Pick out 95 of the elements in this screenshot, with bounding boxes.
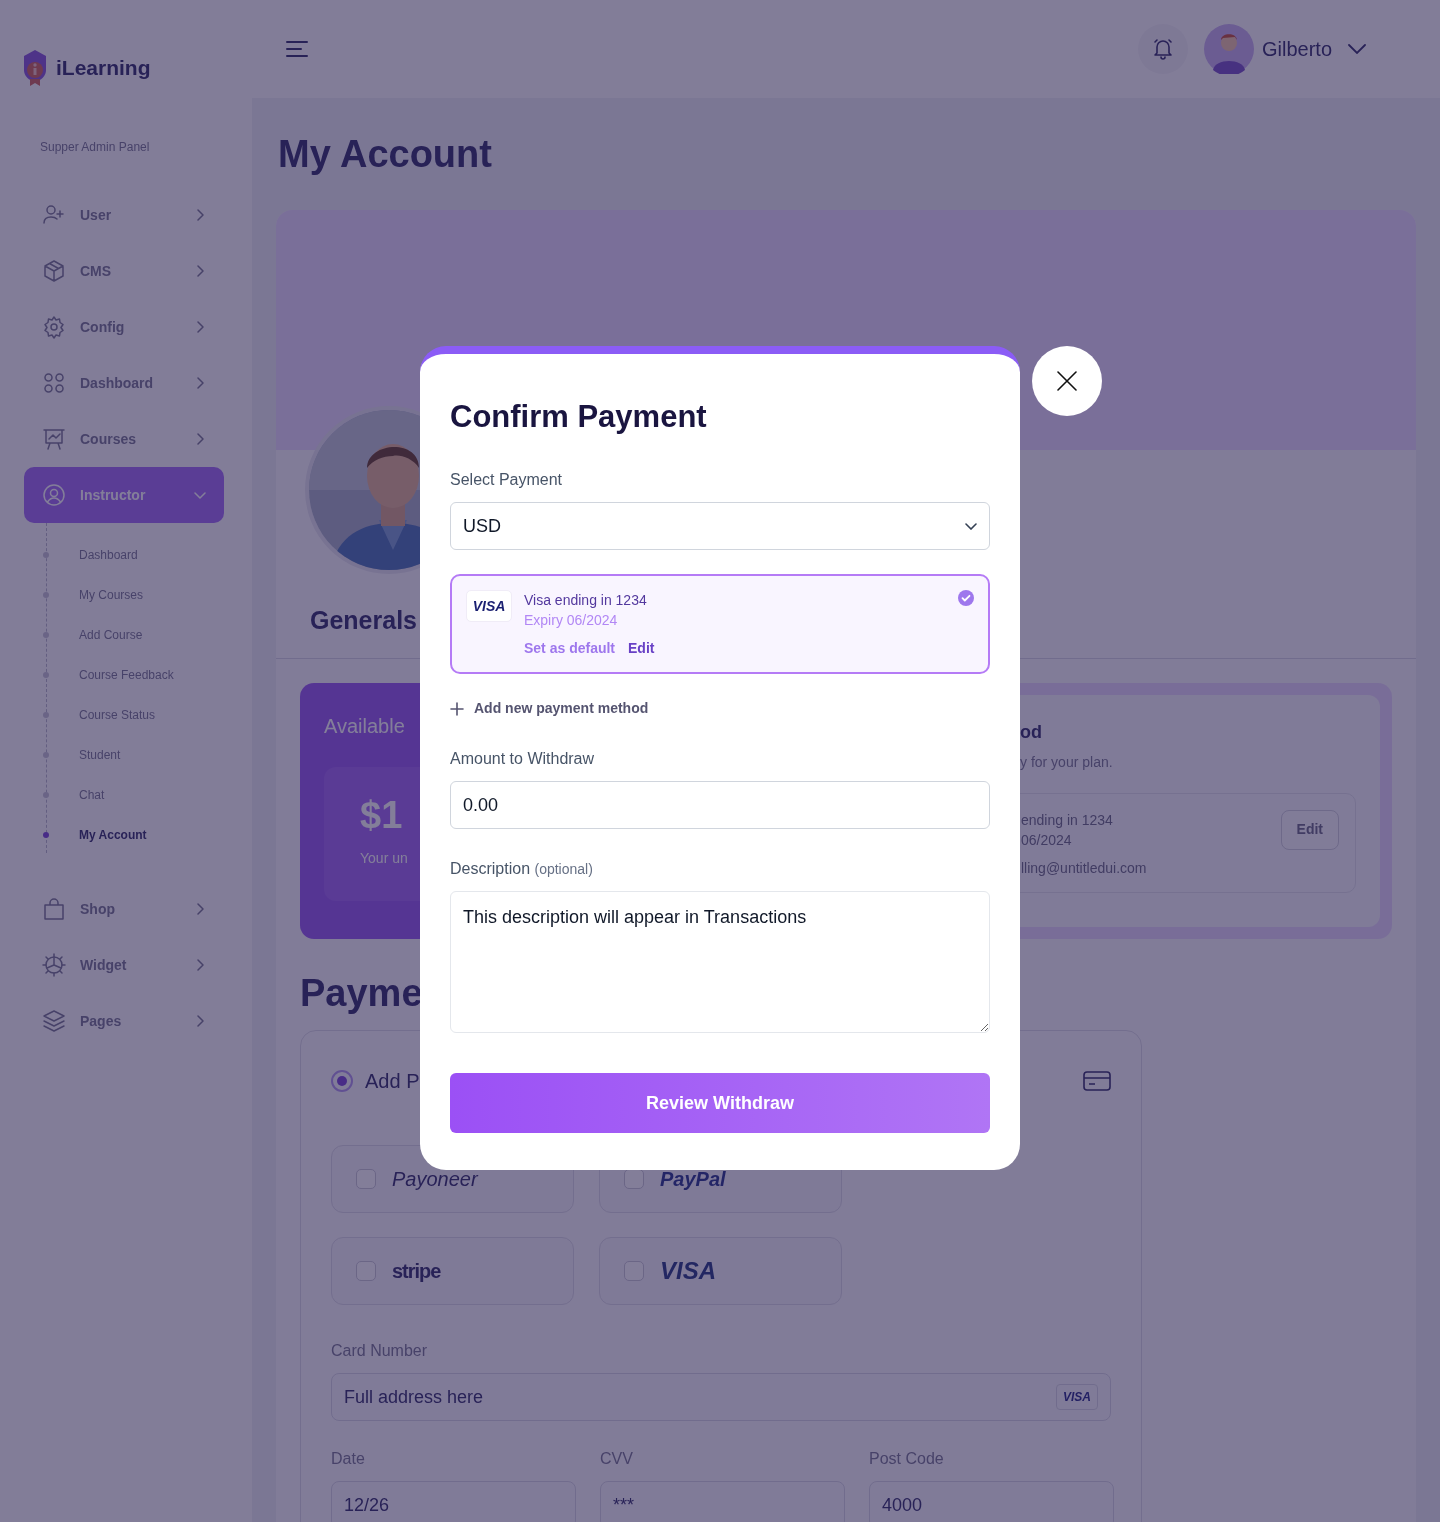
sidebar-item[interactable]: Dashboard: [24, 355, 224, 411]
menu-button[interactable]: [286, 40, 308, 58]
billing-email: lling@untitledui.com: [1021, 858, 1147, 878]
text-link[interactable]: Set as default: [524, 638, 616, 660]
input-field[interactable]: 12/26: [331, 1481, 576, 1522]
submenu-item[interactable]: Course Status: [46, 695, 156, 735]
payment-logo: stripe: [392, 1259, 441, 1285]
amount-field[interactable]: 0.00: [450, 781, 990, 830]
chevron-icon: [194, 433, 206, 445]
input-field[interactable]: 4000: [869, 1481, 1114, 1522]
field-label: Date: [331, 1449, 366, 1470]
payment-logo: PayPal: [660, 1167, 726, 1193]
submenu-item[interactable]: Student: [46, 735, 121, 775]
card-expiry: 06/2024: [1021, 830, 1073, 850]
chevron-icon: [194, 377, 206, 389]
modal-title: Confirm Payment: [450, 400, 708, 435]
card-title: od: [1019, 720, 1043, 744]
card-brand-logo: VISA: [466, 590, 512, 623]
card-title: Available: [324, 713, 405, 739]
field-label: Amount to Withdraw: [450, 749, 596, 770]
chevron-icon: [965, 522, 977, 530]
submenu-item[interactable]: My Courses: [46, 575, 143, 615]
payment-logo: VISA: [660, 1256, 716, 1287]
cog-icon: [42, 953, 66, 977]
review-withdraw-button[interactable]: Review Withdraw: [450, 1073, 990, 1134]
user-circle-icon: [42, 483, 66, 507]
field-label: Select Payment: [450, 470, 564, 491]
field-label: Description (optional): [450, 859, 594, 880]
edit-button[interactable]: Edit: [1280, 809, 1339, 850]
balance-caption: Your un: [360, 849, 408, 869]
credit-card-icon: [1083, 1071, 1111, 1092]
menu-icon: [286, 40, 308, 58]
sidebar-item[interactable]: Courses: [24, 411, 224, 467]
settings-icon: [42, 315, 66, 339]
payment-option[interactable]: VISA: [599, 1237, 842, 1306]
presentation-icon: [42, 427, 66, 451]
bag-icon: [42, 897, 66, 921]
chevron-icon: [194, 903, 206, 915]
chevron-icon: [194, 489, 206, 501]
chevron-icon: [194, 959, 206, 971]
submenu-item[interactable]: Chat: [46, 775, 105, 815]
close-icon: [1057, 371, 1077, 391]
layers-icon: [42, 1009, 66, 1033]
section-title: Payme: [300, 970, 424, 1016]
chevron-icon: [194, 1015, 206, 1027]
submenu-item[interactable]: Add Course: [46, 615, 143, 655]
check-icon: [958, 590, 974, 607]
user-add-icon: [42, 203, 66, 227]
field-label: Post Code: [869, 1449, 945, 1470]
user-name[interactable]: Gilberto: [1261, 34, 1332, 64]
card-name: Visa ending in 1234: [524, 591, 648, 611]
description-field[interactable]: This description will appear in Transactions: [450, 891, 990, 1034]
page-title: My Account: [278, 132, 493, 177]
text-link[interactable]: Edit: [628, 638, 655, 660]
sidebar-item[interactable]: User: [24, 187, 224, 243]
radio-button[interactable]: [331, 1070, 353, 1093]
chevron-icon: [194, 209, 206, 221]
add-payment-link[interactable]: Add new payment method: [450, 698, 649, 720]
payment-logo: Payoneer: [392, 1167, 478, 1193]
sidebar-item[interactable]: Shop: [24, 881, 224, 937]
chevron-icon: [194, 321, 206, 333]
submenu-item[interactable]: My Account: [46, 815, 147, 855]
payment-option[interactable]: stripe: [331, 1237, 574, 1306]
brand-name: iLearning: [56, 55, 151, 82]
sidebar-item[interactable]: CMS: [24, 243, 224, 299]
checkbox[interactable]: [624, 1169, 644, 1190]
option-label: Add P: [365, 1069, 420, 1095]
card-name: ending in 1234: [1021, 810, 1114, 830]
checkbox[interactable]: [356, 1261, 376, 1282]
submenu-item[interactable]: Course Feedback: [46, 655, 174, 695]
card-number-field[interactable]: Full address here VISA: [331, 1373, 1111, 1422]
currency-select[interactable]: USD: [450, 502, 990, 551]
user-avatar: [1203, 24, 1254, 74]
sidebar-item[interactable]: Config: [24, 299, 224, 355]
checkbox[interactable]: [356, 1169, 376, 1190]
chevron-icon[interactable]: [1348, 44, 1366, 54]
card-expiry: Expiry 06/2024: [524, 611, 619, 631]
sidebar-item[interactable]: Instructor: [24, 467, 224, 523]
field-label: CVV: [600, 1449, 634, 1470]
card-subtitle: y for your plan.: [1019, 752, 1114, 772]
balance-amount: $1: [360, 794, 403, 837]
submenu-item[interactable]: Dashboard: [46, 535, 138, 575]
checkbox[interactable]: [624, 1261, 644, 1282]
field-label: Card Number: [331, 1341, 429, 1362]
panel-title: Supper Admin Panel: [40, 139, 150, 156]
input-field[interactable]: ***: [600, 1481, 845, 1522]
sidebar-item[interactable]: Widget: [24, 937, 224, 993]
plus-icon: [450, 701, 464, 716]
grid-icon: [42, 371, 66, 395]
card-brand-logo: VISA: [1056, 1384, 1098, 1411]
section-tab[interactable]: Generals: [310, 605, 417, 634]
sidebar-item[interactable]: Pages: [24, 993, 224, 1049]
cube-icon: [42, 259, 66, 283]
chevron-icon: [194, 265, 206, 277]
saved-card-option[interactable]: VISA Visa ending in 1234 Expiry 06/2024 Set as default Edit: [450, 574, 990, 675]
